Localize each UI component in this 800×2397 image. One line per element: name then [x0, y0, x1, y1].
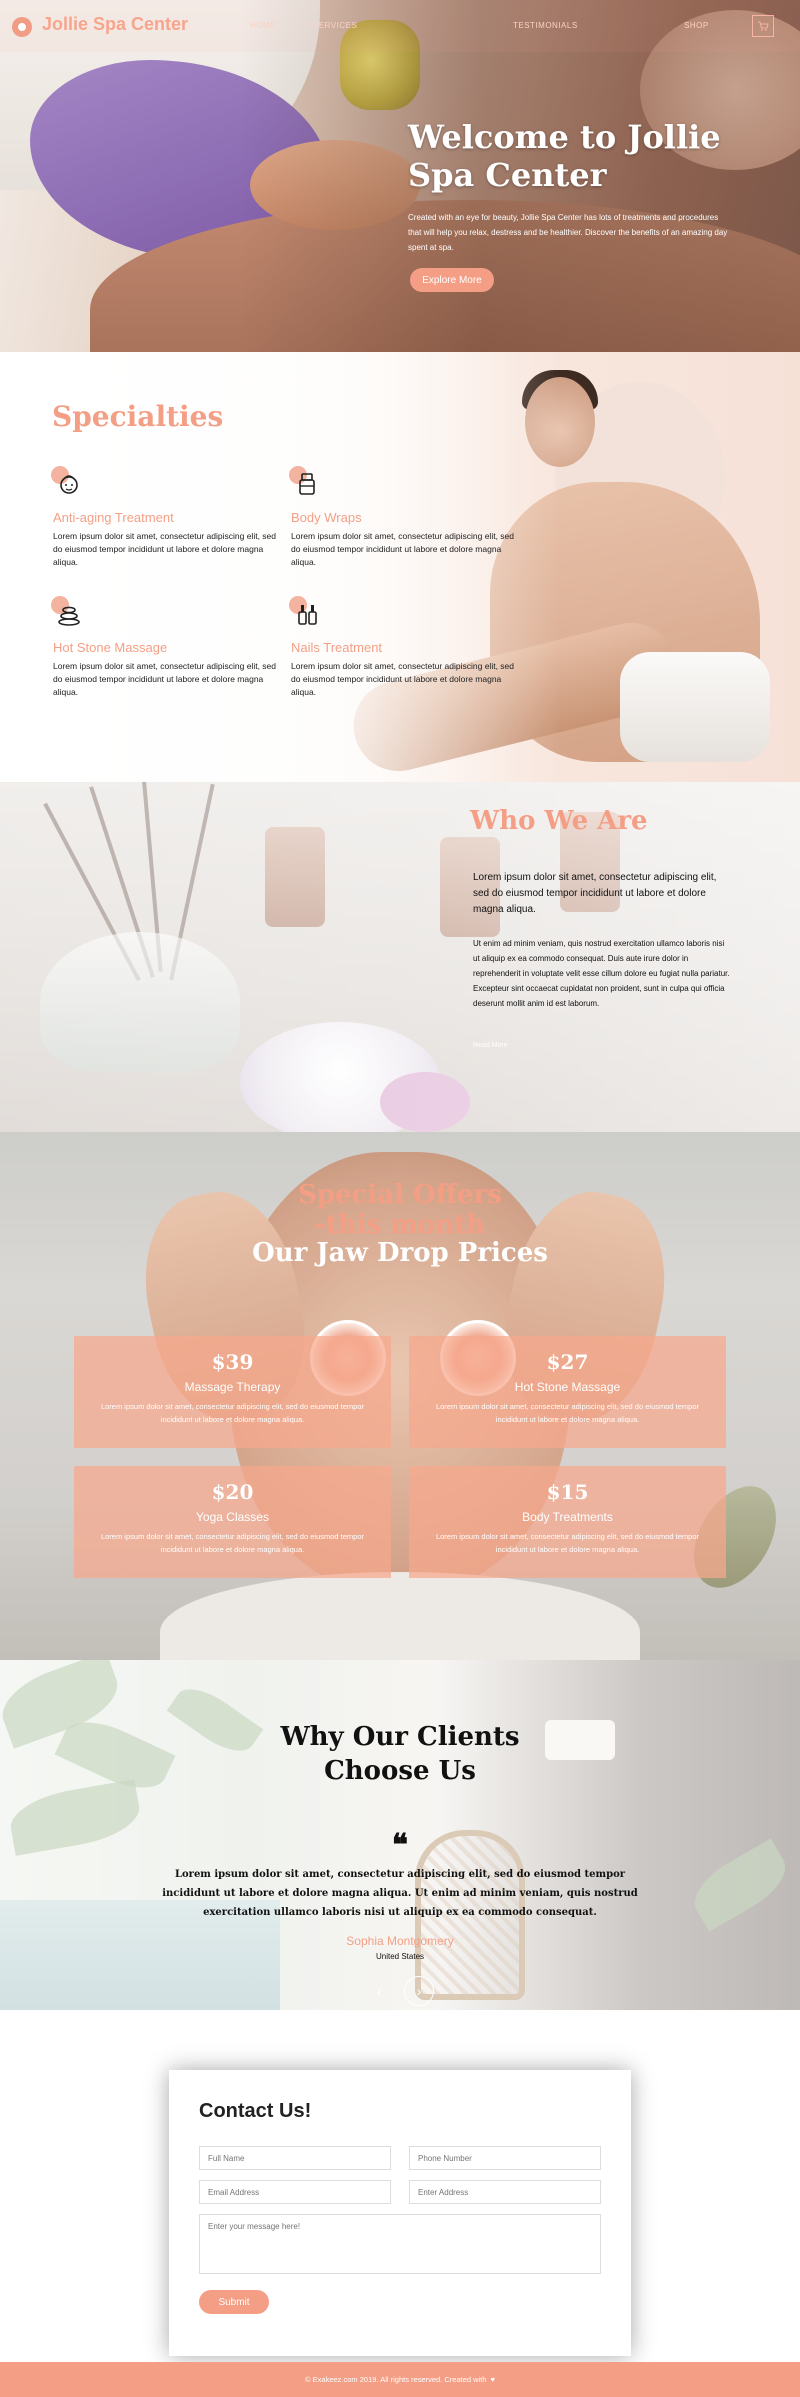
address-field[interactable]	[409, 2180, 601, 2204]
logo-icon[interactable]	[12, 17, 32, 37]
explore-more-button[interactable]: Explore More	[410, 268, 494, 292]
special-offers-section: Special Offers -this month Our Jaw Drop …	[0, 1132, 800, 1660]
price-service-name: Hot Stone Massage	[514, 1380, 621, 1394]
testimonial-author: Sophia Montgomery	[346, 1934, 454, 1948]
top-navigation: Jollie Spa Center HOME SERVICES TESTIMON…	[0, 0, 800, 52]
contact-card: Contact Us! Submit	[169, 2070, 631, 2356]
specialty-name-body-wraps: Body Wraps	[291, 510, 362, 525]
price-card[interactable]: $15 Body Treatments Lorem ipsum dolor si…	[409, 1466, 726, 1578]
testimonial-text: Lorem ipsum dolor sit amet, consectetur …	[162, 1869, 638, 1918]
specialty-text-nails: Lorem ipsum dolor sit amet, consectetur …	[291, 661, 514, 697]
specialty-text-hot-stone: Lorem ipsum dolor sit amet, consectetur …	[53, 661, 276, 697]
offers-title-line2: -this month	[315, 1210, 485, 1240]
offers-subtitle: Our Jaw Drop Prices	[252, 1238, 548, 1268]
price-amount: $39	[211, 1350, 254, 1374]
chevron-right-icon[interactable]: ›	[404, 1976, 434, 2006]
price-amount: $27	[546, 1350, 589, 1374]
read-more-link[interactable]: Read More	[473, 1042, 508, 1049]
nav-link-shop[interactable]: SHOP	[684, 21, 709, 30]
hero-section: Jollie Spa Center HOME SERVICES TESTIMON…	[0, 0, 800, 352]
submit-button[interactable]: Submit	[199, 2290, 269, 2314]
specialty-text-body-wraps: Lorem ipsum dolor sit amet, consectetur …	[291, 531, 514, 567]
email-field[interactable]	[199, 2180, 391, 2204]
testimonial-section: Why Our Clients Choose Us ❝ Lorem ipsum …	[0, 1660, 800, 2010]
nav-link-testimonials[interactable]: TESTIMONIALS	[513, 21, 578, 30]
who-we-are-section: Who We Are Lorem ipsum dolor sit amet, c…	[0, 782, 800, 1132]
who-we-are-title: Who We Are	[470, 806, 648, 836]
testimonial-title-line1: Why Our Clients	[280, 1722, 520, 1752]
price-service-name: Massage Therapy	[184, 1380, 281, 1394]
phone-field[interactable]	[409, 2146, 601, 2170]
nav-link-services[interactable]: SERVICES	[313, 21, 357, 30]
specialties-section: Specialties Anti-aging Treatment Lorem i…	[0, 352, 800, 782]
price-card[interactable]: $27 Hot Stone Massage Lorem ipsum dolor …	[409, 1336, 726, 1448]
chevron-left-icon[interactable]: ‹	[364, 1976, 394, 2006]
footer: © Exakeez.com 2019. All rights reserved.…	[0, 2362, 800, 2397]
message-field[interactable]	[199, 2214, 601, 2274]
price-service-name: Yoga Classes	[196, 1510, 269, 1524]
price-card[interactable]: $39 Massage Therapy Lorem ipsum dolor si…	[74, 1336, 391, 1448]
price-description: Lorem ipsum dolor sit amet, consectetur …	[435, 1532, 700, 1554]
specialty-name-nails: Nails Treatment	[291, 640, 383, 655]
price-service-name: Body Treatments	[522, 1510, 613, 1524]
full-name-field[interactable]	[199, 2146, 391, 2170]
price-description: Lorem ipsum dolor sit amet, consectetur …	[100, 1532, 365, 1554]
heart-icon: ♥	[490, 2375, 495, 2384]
offers-title-line1: Special Offers	[298, 1180, 502, 1210]
hero-text: Created with an eye for beauty, Jollie S…	[408, 213, 728, 252]
cart-icon[interactable]	[752, 15, 774, 37]
price-card[interactable]: $20 Yoga Classes Lorem ipsum dolor sit a…	[74, 1466, 391, 1578]
who-we-are-body: Ut enim ad minim veniam, quis nostrud ex…	[473, 939, 730, 1008]
footer-copyright: © Exakeez.com 2019. All rights reserved.…	[305, 2375, 487, 2384]
price-amount: $20	[211, 1480, 254, 1504]
price-description: Lorem ipsum dolor sit amet, consectetur …	[435, 1402, 700, 1424]
logo-text[interactable]: Jollie Spa Center	[42, 14, 188, 35]
testimonial-location: United States	[375, 1952, 425, 1961]
specialty-text-anti-aging: Lorem ipsum dolor sit amet, consectetur …	[53, 531, 276, 567]
testimonial-title: Why Our Clients Choose Us	[0, 1720, 800, 1788]
face-mask-icon	[51, 466, 85, 500]
nail-polish-icon	[289, 596, 323, 630]
hero-title: Welcome to Jollie Spa Center	[408, 118, 721, 194]
specialty-name-hot-stone: Hot Stone Massage	[53, 640, 168, 655]
contact-section: Contact Us! Submit	[0, 2010, 800, 2362]
offers-title: Special Offers -this month	[0, 1180, 800, 1240]
who-we-are-lead: Lorem ipsum dolor sit amet, consectetur …	[473, 872, 717, 915]
specialties-title: Specialties	[52, 400, 224, 433]
quote-icon: ❝	[391, 1828, 409, 1863]
specialty-name-anti-aging: Anti-aging Treatment	[53, 510, 174, 525]
price-description: Lorem ipsum dolor sit amet, consectetur …	[100, 1402, 365, 1424]
body-wrap-icon	[289, 466, 323, 500]
price-amount: $15	[546, 1480, 589, 1504]
contact-title: Contact Us!	[199, 2100, 312, 2122]
nav-link-home[interactable]: HOME	[250, 21, 276, 30]
testimonial-title-line2: Choose Us	[324, 1756, 476, 1786]
hot-stones-icon	[51, 596, 85, 630]
